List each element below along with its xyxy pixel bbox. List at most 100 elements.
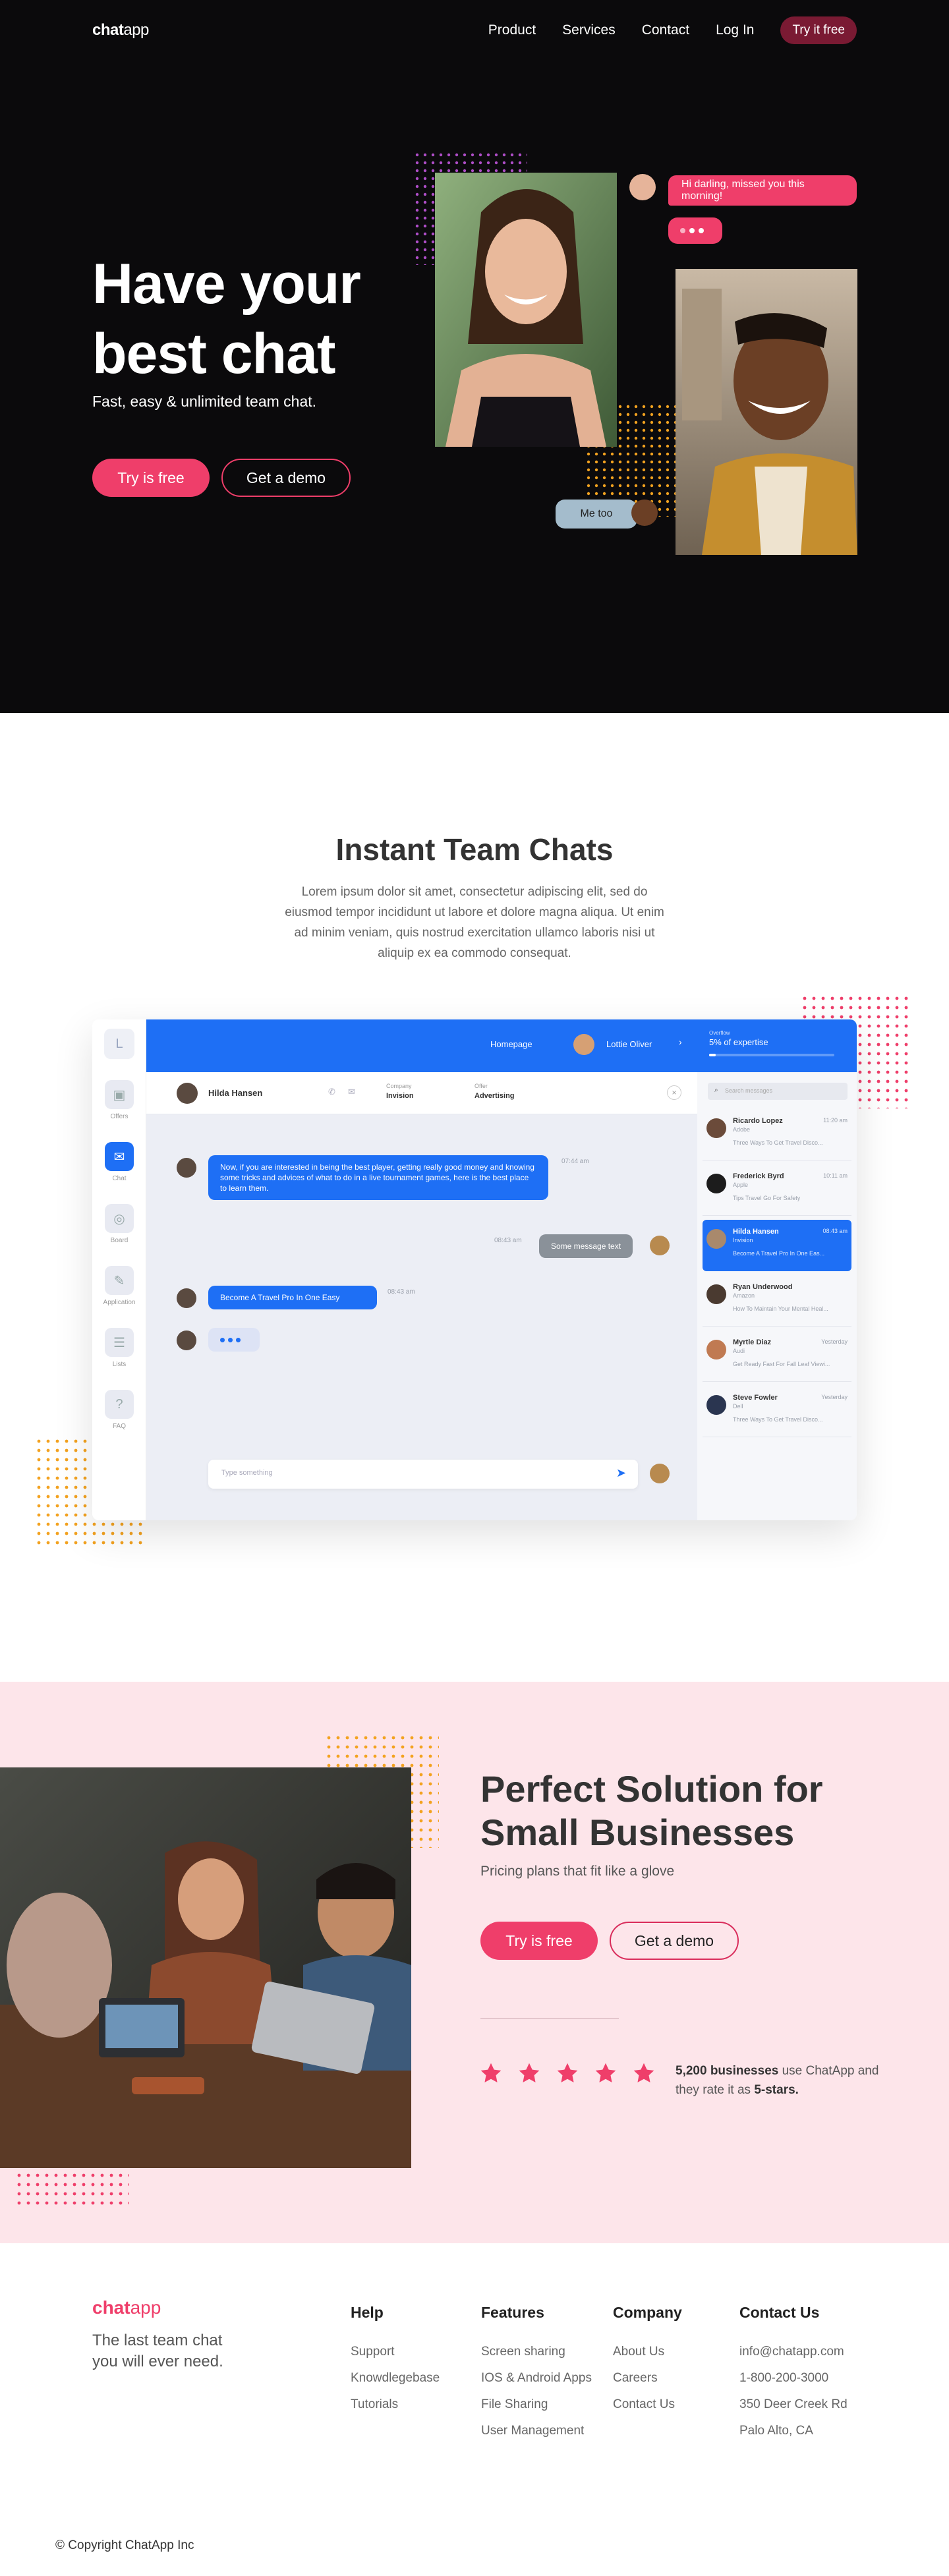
sidebar-item-chat[interactable]: ✉ Chat	[101, 1142, 137, 1182]
contact-time: 10:11 am	[823, 1172, 848, 1179]
chat-area: Now, if you are interested in being the …	[146, 1114, 697, 1520]
section-subtitle: Pricing plans that fit like a glove	[480, 1864, 675, 1879]
send-icon[interactable]: ➤	[616, 1466, 626, 1480]
phone-icon[interactable]: ✆	[328, 1087, 335, 1097]
company-value: Invision	[386, 1092, 414, 1100]
contact-list-item[interactable]: Frederick Byrd Apple 10:11 am Tips Travel G…	[703, 1164, 851, 1216]
nav-contact[interactable]: Contact	[642, 22, 689, 38]
message-bubble: Become A Travel Pro In One Easy	[208, 1286, 377, 1309]
sidebar-label: Offers	[110, 1113, 129, 1120]
contact-name: Ricardo Lopez	[733, 1117, 783, 1125]
user-avatar	[650, 1236, 670, 1255]
contact-company: Dell	[733, 1403, 743, 1410]
logo-bold: chat	[92, 2297, 130, 2318]
footer-col-title: Features	[481, 2304, 544, 2321]
contact-list-item[interactable]: Steve Fowler Dell Yesterday Three Ways To G…	[703, 1386, 851, 1437]
contact-avatar	[177, 1331, 196, 1350]
contact-name: Frederick Byrd	[733, 1172, 784, 1180]
message-time: 08:43 am	[494, 1237, 522, 1244]
incoming-message-bubble: Hi darling, missed you this morning!	[668, 175, 857, 206]
contact-name: Hilda Hansen	[733, 1228, 779, 1236]
footer-col-title: Help	[351, 2304, 384, 2321]
nav-login[interactable]: Log In	[716, 22, 754, 38]
contact-company: Apple	[733, 1182, 749, 1188]
contact-avatar	[706, 1229, 726, 1249]
contact-preview: Become A Travel Pro In One Eas...	[733, 1250, 825, 1257]
offer-value: Advertising	[474, 1092, 515, 1100]
list-icon: ☰	[105, 1328, 134, 1357]
user-name[interactable]: Lottie Oliver	[606, 1039, 652, 1049]
rating-value: 5-stars.	[754, 2083, 799, 2097]
footer-phone[interactable]: 1-800-200-3000	[739, 2365, 848, 2391]
footer-col-help: Help Support Knowdlegebase Tutorials	[351, 2304, 440, 2418]
footer-link[interactable]: User Management	[481, 2418, 592, 2444]
typing-dot	[699, 228, 704, 233]
footer-link[interactable]: Careers	[613, 2365, 682, 2391]
message-bubble: Some message text	[539, 1234, 633, 1258]
star-rating	[479, 2061, 656, 2085]
logo[interactable]: chatapp	[92, 21, 149, 40]
contact-list-item[interactable]: Ryan Underwood Amazon How To Maintain Your…	[703, 1275, 851, 1327]
footer-logo[interactable]: chatapp	[92, 2297, 161, 2318]
contact-company: Amazon	[733, 1292, 755, 1299]
footer-tagline: The last team chat you will ever need.	[92, 2332, 223, 2370]
sidebar-item-faq[interactable]: ? FAQ	[101, 1390, 137, 1430]
homepage-link[interactable]: Homepage	[490, 1039, 532, 1049]
nav-try-free-button[interactable]: Try it free	[780, 16, 857, 44]
chevron-right-icon[interactable]: ›	[679, 1037, 682, 1047]
hero-section: chatapp Product Services Contact Log In …	[0, 0, 949, 713]
footer-link[interactable]: File Sharing	[481, 2391, 592, 2418]
hero-demo-button[interactable]: Get a demo	[221, 459, 351, 497]
search-placeholder: Search messages	[725, 1087, 773, 1094]
contact-list-item[interactable]: Ricardo Lopez Adobe 11:20 am Three Ways To …	[703, 1109, 851, 1160]
team-photo	[0, 1767, 411, 2168]
try-free-button[interactable]: Try is free	[480, 1922, 598, 1960]
nav-services[interactable]: Services	[562, 22, 616, 38]
contact-avatar	[706, 1284, 726, 1304]
section-title: Instant Team Chats	[335, 832, 614, 867]
footer-link[interactable]: Tutorials	[351, 2391, 440, 2418]
app-logo: L	[104, 1029, 134, 1059]
search-input[interactable]: ⌕ Search messages	[708, 1083, 848, 1100]
hero-title: Have your best chat	[92, 249, 361, 389]
mail-icon[interactable]: ✉	[348, 1087, 355, 1097]
contact-company: Invision	[733, 1237, 753, 1244]
message-time: 08:43 am	[388, 1288, 415, 1296]
footer-link[interactable]: Screen sharing	[481, 2339, 592, 2365]
user-avatar[interactable]	[573, 1034, 594, 1055]
footer-link[interactable]: IOS & Android Apps	[481, 2365, 592, 2391]
sidebar-item-offers[interactable]: ▣ Offers	[101, 1080, 137, 1120]
contact-name: Hilda Hansen	[208, 1088, 263, 1098]
hero-try-free-button[interactable]: Try is free	[92, 459, 210, 497]
rating-text: 5,200 businesses use ChatApp and they ra…	[676, 2061, 886, 2100]
contact-name: Steve Fowler	[733, 1394, 778, 1402]
contact-list-item[interactable]: Myrtle Diaz Audi Yesterday Get Ready Fast F…	[703, 1331, 851, 1382]
footer-email[interactable]: info@chatapp.com	[739, 2339, 848, 2365]
star-icon	[633, 2063, 654, 2082]
footer-link[interactable]: Support	[351, 2339, 440, 2365]
star-icon	[595, 2063, 616, 2082]
company-label: Company	[386, 1083, 412, 1089]
logo-bold: chat	[92, 21, 124, 39]
expertise-card[interactable]: Overflow 5% of expertise	[697, 1019, 857, 1072]
sidebar-item-lists[interactable]: ☰ Lists	[101, 1328, 137, 1368]
demo-button[interactable]: Get a demo	[610, 1922, 739, 1960]
dot-pattern	[17, 2173, 129, 2210]
message-input-placeholder: Type something	[221, 1469, 273, 1477]
footer-link[interactable]: About Us	[613, 2339, 682, 2365]
footer-col-company: Company About Us Careers Contact Us	[613, 2304, 682, 2418]
contact-list-item[interactable]: Hilda Hansen Invision 08:43 am Become A Tra…	[703, 1220, 851, 1271]
footer-link[interactable]: Contact Us	[613, 2391, 682, 2418]
sidebar-item-board[interactable]: ◎ Board	[101, 1204, 137, 1244]
logo-light: app	[123, 21, 149, 39]
chat-icon: ✉	[105, 1142, 134, 1171]
board-icon: ◎	[105, 1204, 134, 1233]
message-input[interactable]: Type something ➤	[208, 1460, 638, 1489]
nav-product[interactable]: Product	[488, 22, 536, 38]
close-icon[interactable]: ×	[667, 1085, 681, 1100]
section-title-line1: Perfect Solution for	[480, 1768, 823, 1810]
contact-avatar	[706, 1174, 726, 1193]
expertise-progress	[709, 1054, 834, 1056]
sidebar-item-application[interactable]: ✎ Application	[101, 1266, 137, 1306]
footer-link[interactable]: Knowdlegebase	[351, 2365, 440, 2391]
